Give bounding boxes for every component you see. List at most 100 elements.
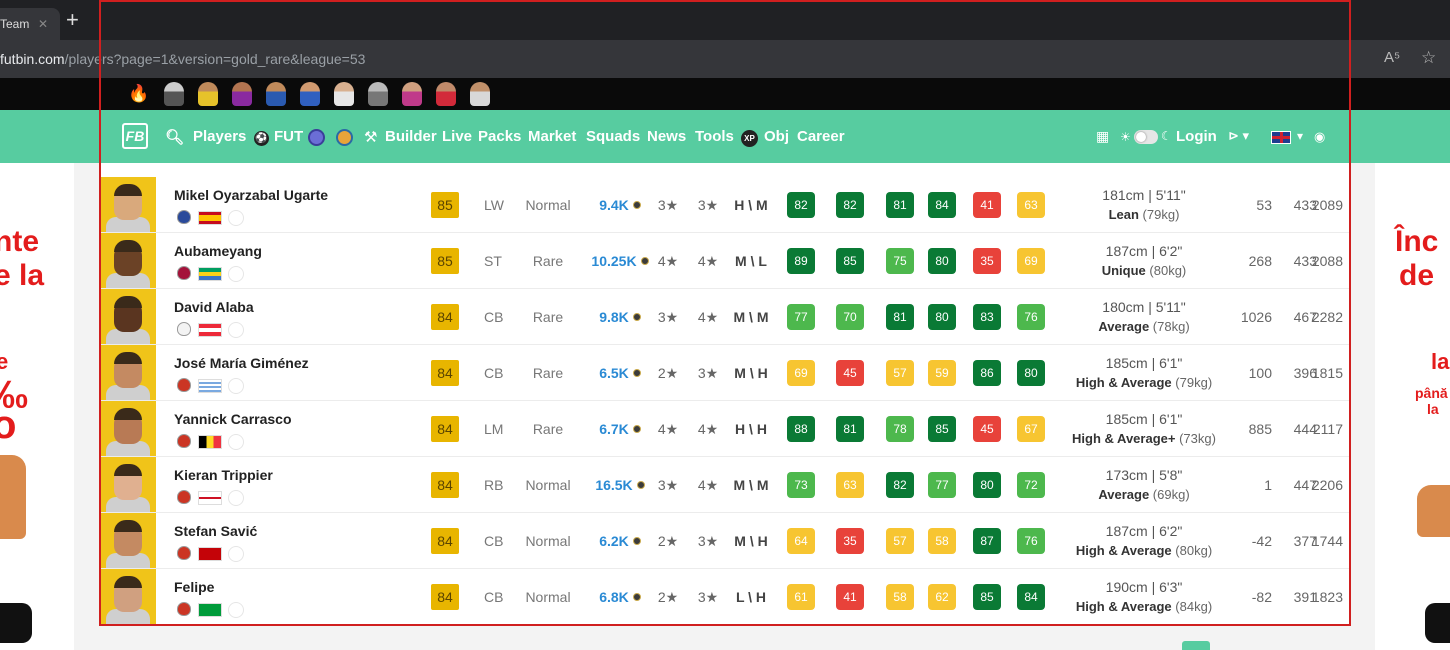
- login-link[interactable]: Login: [1176, 128, 1217, 145]
- stat-badge: 89: [787, 248, 815, 274]
- work-rates: M \ H: [734, 365, 768, 381]
- futbin-logo[interactable]: FB: [122, 123, 148, 149]
- nav-live[interactable]: Live: [442, 128, 472, 145]
- language-flag-icon[interactable]: [1271, 131, 1291, 144]
- league-logo-icon: [228, 490, 244, 506]
- league-logo-icon: [228, 602, 244, 618]
- rating-badge: 84: [431, 472, 459, 498]
- weak-foot: 4★: [697, 253, 719, 269]
- nav-squads[interactable]: Squads: [586, 128, 640, 145]
- tab-close-icon[interactable]: ✕: [38, 17, 48, 31]
- table-row[interactable]: Stefan Savić 84 CB Normal 6.2K 2★ 3★ M \ H 64 35 5…: [100, 513, 1350, 569]
- nav-obj[interactable]: Obj: [764, 128, 789, 145]
- strip-player-avatar[interactable]: [232, 82, 252, 106]
- club-badge-icon: [177, 210, 191, 224]
- nation-flag-icon: [198, 267, 222, 281]
- player-name[interactable]: Aubameyang: [174, 243, 262, 259]
- platform-dropdown-icon[interactable]: ⊳ ▾: [1228, 128, 1249, 144]
- nav-packs[interactable]: Packs: [478, 128, 521, 145]
- eye-icon[interactable]: ◉: [1314, 129, 1325, 145]
- player-photo[interactable]: [100, 457, 156, 512]
- strip-player-avatar[interactable]: [300, 82, 320, 106]
- nav-builder[interactable]: Builder: [385, 128, 437, 145]
- work-rates: M \ L: [735, 253, 767, 269]
- table-row[interactable]: Kieran Trippier 84 RB Normal 16.5K 3★ 4★ M \ M7…: [100, 457, 1350, 513]
- search-icon[interactable]: 🔍︎: [165, 128, 184, 146]
- right-ad-banner[interactable]: Înc de la până la: [1375, 163, 1450, 650]
- strip-player-avatar[interactable]: [266, 82, 286, 106]
- shoe-image: [0, 603, 32, 643]
- body-type: Unique (80kg): [1101, 263, 1187, 278]
- weak-foot: 3★: [697, 589, 719, 605]
- player-name[interactable]: Yannick Carrasco: [174, 411, 292, 427]
- nav-news[interactable]: News: [647, 128, 686, 145]
- browser-tab-bar: Team ✕ +: [0, 0, 1450, 40]
- player-name[interactable]: Stefan Savić: [174, 523, 257, 539]
- left-ad-banner[interactable]: nte e la e ‰ o: [0, 163, 74, 650]
- nav-fut[interactable]: FUT: [274, 128, 303, 145]
- url-text[interactable]: futbin.com/players?page=1&version=gold_r…: [0, 51, 365, 67]
- player-name[interactable]: Kieran Trippier: [174, 467, 273, 483]
- address-bar[interactable]: futbin.com/players?page=1&version=gold_r…: [0, 40, 1450, 78]
- stat-badge: 86: [973, 360, 1001, 386]
- player-name[interactable]: José María Giménez: [174, 355, 309, 371]
- table-row[interactable]: David Alaba 84 CB Rare 9.8K 3★ 4★ M \ M 77 70 81 80…: [100, 289, 1350, 345]
- nav-market[interactable]: Market: [528, 128, 576, 145]
- player-photo[interactable]: [100, 513, 156, 568]
- price: 6.8K: [580, 589, 660, 605]
- player-name[interactable]: Mikel Oyarzabal Ugarte: [174, 187, 328, 203]
- skill-moves: 3★: [657, 309, 679, 325]
- table-row[interactable]: Aubameyang 85 ST Rare 10.25K 4★ 4★ M \ L 89 85 75 8…: [100, 233, 1350, 289]
- player-photo[interactable]: [100, 345, 156, 400]
- strip-player-avatar[interactable]: [436, 82, 456, 106]
- favorite-star-icon[interactable]: ☆: [1421, 48, 1436, 68]
- player-photo[interactable]: [100, 401, 156, 456]
- player-photo[interactable]: [100, 569, 156, 624]
- stat-badge: 69: [787, 360, 815, 386]
- in-game-stats: 1823: [1311, 589, 1343, 605]
- rating-badge: 84: [431, 360, 459, 386]
- player-photo[interactable]: [100, 233, 156, 288]
- stat-badge: 82: [787, 192, 815, 218]
- pagination-button[interactable]: [1182, 641, 1210, 650]
- promo-text: o: [0, 403, 17, 447]
- weak-foot: 4★: [697, 309, 719, 325]
- table-row[interactable]: Yannick Carrasco 84 LM Rare 6.7K 4★ 4★ H \ H 88 8…: [100, 401, 1350, 457]
- player-name[interactable]: David Alaba: [174, 299, 254, 315]
- table-row[interactable]: Mikel Oyarzabal Ugarte 85 LW Normal 9.4K 3★ 3★…: [100, 177, 1350, 233]
- coin-icon: [632, 593, 641, 601]
- coin-icon: [632, 369, 641, 377]
- main-nav: FB 🔍︎ Players ⚽ FUT ⚒ Builder Live Packs…: [0, 110, 1450, 163]
- champions-icon[interactable]: [308, 129, 325, 146]
- in-game-stats: 1744: [1311, 533, 1343, 549]
- strip-player-avatar[interactable]: [470, 82, 490, 106]
- weak-foot: 3★: [697, 197, 719, 213]
- theme-toggle[interactable]: [1134, 130, 1158, 144]
- table-row[interactable]: José María Giménez 84 CB Rare 6.5K 2★ 3★ M \ H6…: [100, 345, 1350, 401]
- player-photo[interactable]: [100, 289, 156, 344]
- strip-player-avatar[interactable]: [402, 82, 422, 106]
- stat-badge: 85: [928, 416, 956, 442]
- stat-badge: 41: [973, 192, 1001, 218]
- browser-tab[interactable]: Team ✕: [0, 8, 60, 40]
- new-tab-icon[interactable]: +: [66, 9, 79, 31]
- player-photo[interactable]: [100, 177, 156, 232]
- stat-badge: 73: [787, 472, 815, 498]
- league-logo-icon: [228, 266, 244, 282]
- language-chevron-icon[interactable]: ▾: [1297, 129, 1303, 143]
- nav-tools[interactable]: Tools: [695, 128, 734, 145]
- read-aloud-icon[interactable]: A⁵: [1384, 49, 1400, 66]
- strip-player-avatar[interactable]: [164, 82, 184, 106]
- nav-players[interactable]: Players: [193, 128, 246, 145]
- table-row[interactable]: Felipe 84 CB Normal 6.8K 2★ 3★ L \ H 61 41 58 62 85 8…: [100, 569, 1350, 625]
- player-name[interactable]: Felipe: [174, 579, 214, 595]
- weak-foot: 3★: [697, 365, 719, 381]
- strip-player-avatar[interactable]: [368, 82, 388, 106]
- draft-icon[interactable]: [336, 129, 353, 146]
- nav-career[interactable]: Career: [797, 128, 845, 145]
- stat-badge: 57: [886, 528, 914, 554]
- strip-player-avatar[interactable]: [198, 82, 218, 106]
- popularity: 53: [1256, 197, 1272, 213]
- strip-player-avatar[interactable]: [334, 82, 354, 106]
- calculator-icon[interactable]: ▦: [1096, 128, 1109, 145]
